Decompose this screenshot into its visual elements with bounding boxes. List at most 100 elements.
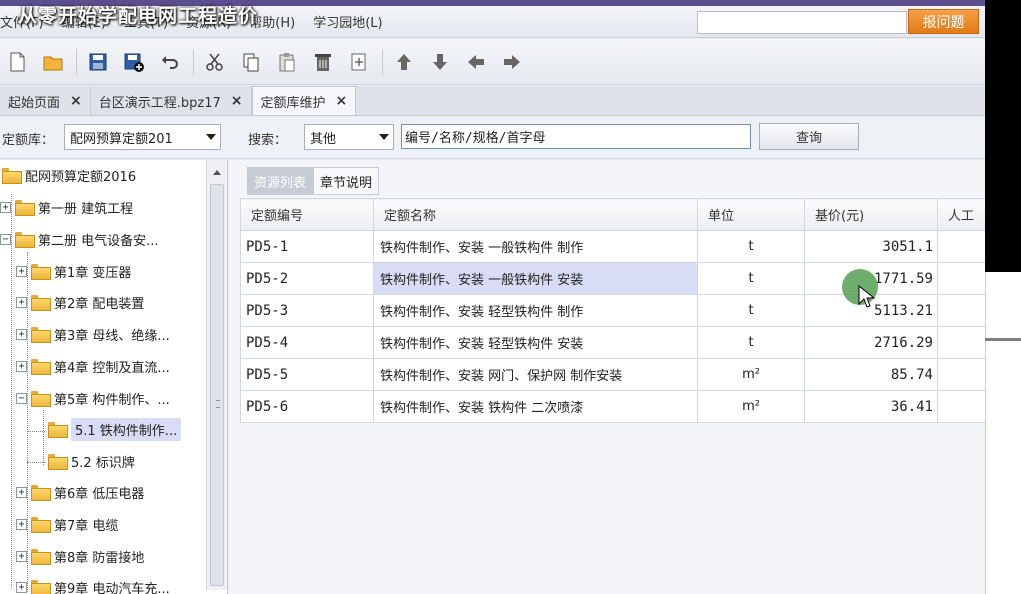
query-button[interactable]: 查询 xyxy=(759,123,859,150)
grip-icon xyxy=(216,400,220,408)
column-header-code[interactable]: 定额编号 xyxy=(240,198,374,231)
table-row[interactable]: PD5-5 铁构件制作、安装 网门、保护网 制作安装 m² 85.74 xyxy=(240,358,986,391)
tab-resource-list[interactable]: 资源列表 xyxy=(247,167,314,195)
toolbar-separator xyxy=(382,48,383,75)
column-header-price[interactable]: 基价(元) xyxy=(804,198,938,231)
scrollbar-thumb[interactable] xyxy=(210,184,224,586)
search-label: 搜索： xyxy=(248,133,288,148)
insert-button[interactable] xyxy=(344,47,374,77)
tree-item-chapter1[interactable]: + 第1章 变压器 xyxy=(16,259,131,283)
collapse-icon[interactable]: − xyxy=(16,392,27,404)
expand-icon[interactable]: + xyxy=(16,265,27,277)
quota-tree: 配网预算定额2016 + 第一册 建筑工程 − 第二册 电气设备安... + 第… xyxy=(0,160,228,594)
tab-label: 定额库维护 xyxy=(260,95,326,111)
cell-unit: m² xyxy=(697,390,805,423)
column-header-labor[interactable]: 人工 xyxy=(937,198,986,231)
mouse-pointer-icon xyxy=(858,285,876,308)
search-input[interactable] xyxy=(401,124,751,149)
delete-button[interactable] xyxy=(308,47,338,77)
save-all-button[interactable] xyxy=(119,47,149,77)
scroll-up-arrow-icon[interactable] xyxy=(213,170,221,175)
expand-icon[interactable]: + xyxy=(16,518,27,530)
expand-icon[interactable]: + xyxy=(16,581,27,593)
folder-icon xyxy=(31,327,51,343)
expand-icon[interactable]: + xyxy=(0,201,11,213)
move-left-button[interactable] xyxy=(461,47,491,77)
close-icon[interactable]: × xyxy=(336,93,348,109)
move-right-button[interactable] xyxy=(497,47,527,77)
tree-item-chapter9[interactable]: + 第9章 电动汽车充... xyxy=(16,575,170,594)
ask-question-button[interactable]: 报问题 xyxy=(908,9,979,34)
scissors-icon xyxy=(206,53,223,71)
tree-scrollbar[interactable] xyxy=(206,160,227,590)
expand-icon[interactable]: + xyxy=(16,360,27,372)
video-title-overlay: 从零开始学配电网工程造价 xyxy=(18,5,259,27)
tree-item-chapter6[interactable]: + 第6章 低压电器 xyxy=(16,480,144,504)
tree-item-chapter2[interactable]: + 第2章 配电装置 xyxy=(16,290,144,314)
table-row[interactable]: PD5-1 铁构件制作、安装 一般铁构件 制作 t 3051.1 xyxy=(240,230,986,263)
move-down-button[interactable] xyxy=(425,47,455,77)
cell-unit: m² xyxy=(697,358,805,391)
cell-code: PD5-5 xyxy=(240,358,374,391)
tree-item-label: 第一册 建筑工程 xyxy=(38,201,134,217)
tab-quota-library[interactable]: 定额库维护 × xyxy=(251,86,357,115)
tree-item-chapter4[interactable]: + 第4章 控制及直流... xyxy=(16,354,170,378)
library-select[interactable]: 配网预算定额201 xyxy=(64,124,221,150)
undo-icon xyxy=(162,55,178,69)
tree-item-label: 第7章 电缆 xyxy=(54,518,119,534)
search-type-select[interactable]: 其他 xyxy=(304,124,394,150)
tab-demo-project[interactable]: 台区演示工程.bpz17 × xyxy=(91,87,252,115)
cell-labor xyxy=(937,390,986,423)
column-header-unit[interactable]: 单位 xyxy=(697,198,805,231)
tab-start-page[interactable]: 起始页面 × xyxy=(0,87,91,115)
tab-label: 台区演示工程.bpz17 xyxy=(98,95,221,111)
trash-icon xyxy=(315,53,331,71)
close-icon[interactable]: × xyxy=(70,93,82,109)
tree-guide-line xyxy=(11,194,12,589)
cell-price: 3051.1 xyxy=(804,230,938,263)
cut-button[interactable] xyxy=(200,47,230,77)
column-header-name[interactable]: 定额名称 xyxy=(373,198,698,231)
tree-item-label: 第二册 电气设备安... xyxy=(38,233,159,249)
new-file-button[interactable] xyxy=(2,47,32,77)
tree-guide-line xyxy=(43,410,44,465)
menu-learning[interactable]: 学习园地(L) xyxy=(304,12,391,31)
undo-button[interactable] xyxy=(155,47,185,77)
tree-item-chapter8[interactable]: + 第8章 防雷接地 xyxy=(16,544,144,568)
toolbar-separator xyxy=(193,48,194,75)
arrow-up-icon xyxy=(397,53,411,70)
quota-table: 定额编号 定额名称 单位 基价(元) 人工 PD5-1 铁构件制作、安装 一般铁… xyxy=(240,198,986,423)
tab-chapter-notes[interactable]: 章节说明 xyxy=(313,167,380,195)
close-icon[interactable]: × xyxy=(231,93,243,109)
collapse-icon[interactable]: − xyxy=(0,233,11,245)
save-button[interactable] xyxy=(83,47,113,77)
tree-item-section-5-1[interactable]: 5.1 铁构件制作... xyxy=(48,417,182,441)
expand-icon[interactable]: + xyxy=(16,550,27,562)
tree-item-section-5-2[interactable]: 5.2 标识牌 xyxy=(48,449,135,473)
paste-button[interactable] xyxy=(272,47,302,77)
expand-icon[interactable]: + xyxy=(16,328,27,340)
tree-item-chapter7[interactable]: + 第7章 电缆 xyxy=(16,512,118,536)
table-row[interactable]: PD5-4 铁构件制作、安装 轻型铁构件 安装 t 2716.29 xyxy=(240,326,986,359)
tree-item-chapter5[interactable]: − 第5章 构件制作、... xyxy=(16,386,170,410)
header-search-input[interactable] xyxy=(697,11,907,34)
insert-doc-icon xyxy=(351,53,366,70)
cell-labor xyxy=(937,326,986,359)
tree-item-chapter3[interactable]: + 第3章 母线、绝缘... xyxy=(16,322,170,346)
tree-item-root[interactable]: 配网预算定额2016 xyxy=(2,163,136,187)
toolbar-separator xyxy=(76,48,77,75)
document-tab-strip: 起始页面 × 台区演示工程.bpz17 × 定额库维护 × xyxy=(0,86,985,116)
move-up-button[interactable] xyxy=(389,47,419,77)
cell-unit: t xyxy=(697,262,805,295)
tree-item-label: 5.2 标识牌 xyxy=(71,455,135,471)
tree-item-book2[interactable]: − 第二册 电气设备安... xyxy=(0,227,159,251)
copy-button[interactable] xyxy=(236,47,266,77)
open-file-button[interactable] xyxy=(38,47,68,77)
tree-item-book1[interactable]: + 第一册 建筑工程 xyxy=(0,195,133,219)
cell-code: PD5-6 xyxy=(240,390,374,423)
cell-unit: t xyxy=(697,294,805,327)
table-row[interactable]: PD5-6 铁构件制作、安装 铁构件 二次喷漆 m² 36.41 xyxy=(240,390,986,423)
expand-icon[interactable]: + xyxy=(16,296,27,308)
expand-icon[interactable]: + xyxy=(16,486,27,498)
cell-name: 铁构件制作、安装 轻型铁构件 制作 xyxy=(373,294,698,327)
